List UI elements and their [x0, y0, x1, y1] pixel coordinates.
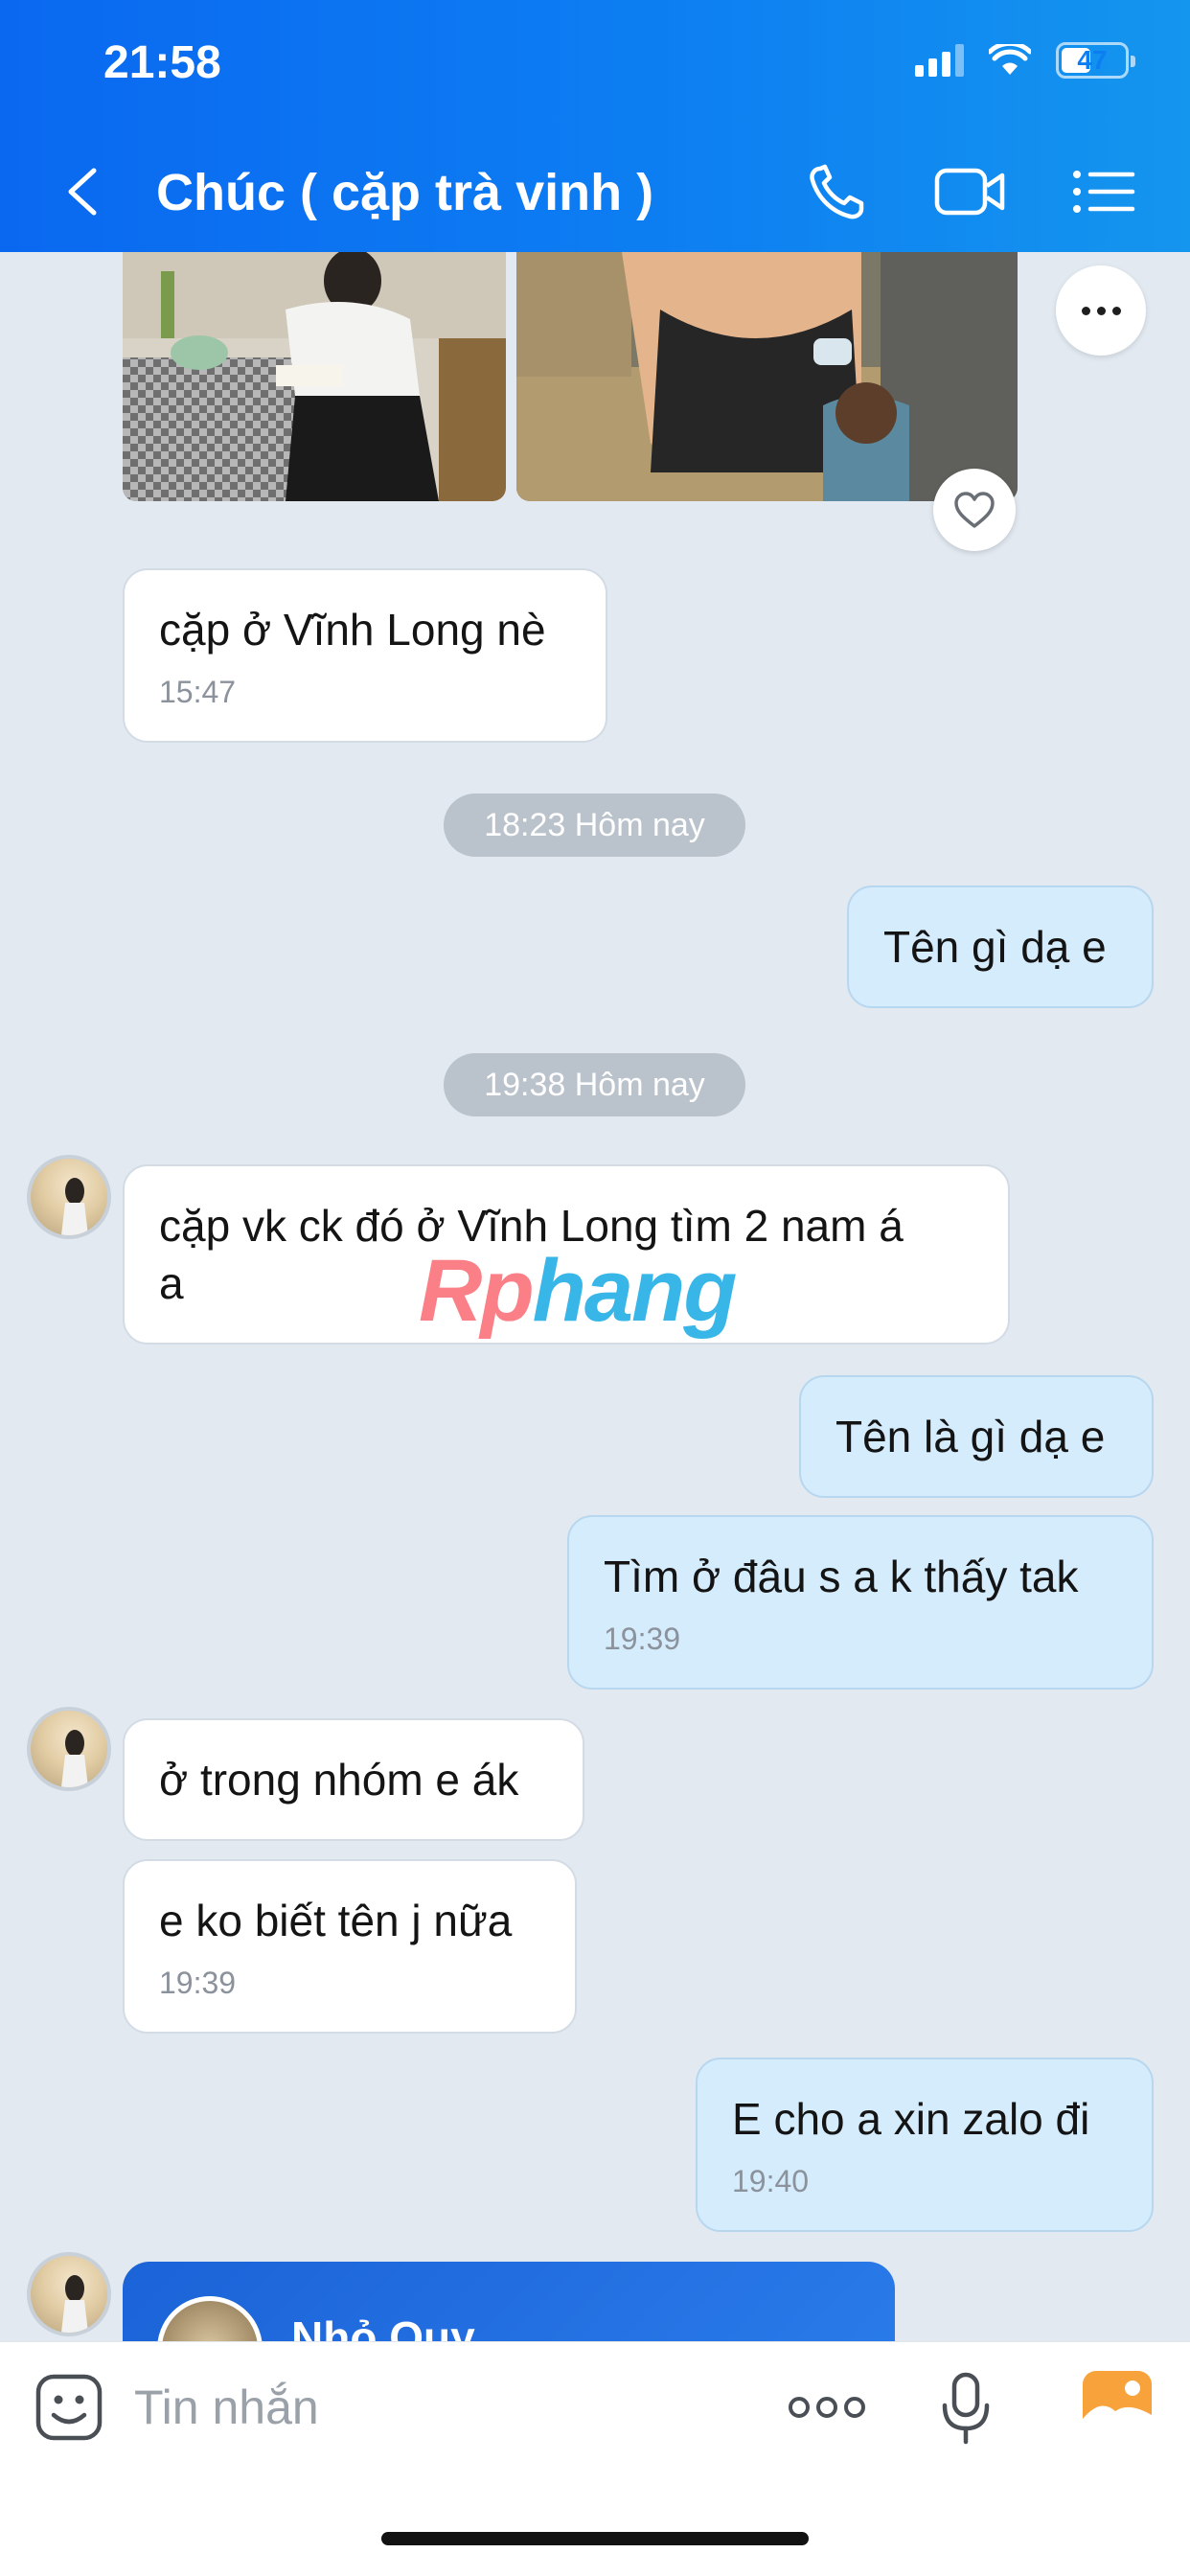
message-bubble-incoming[interactable]: e ko biết tên j nữa 19:39 [123, 1859, 577, 2034]
battery-icon: 47 [1056, 42, 1135, 79]
battery-percentage: 47 [1077, 45, 1108, 75]
message-bubble-outgoing[interactable]: Tìm ở đâu s a k thấy tak 19:39 [567, 1515, 1154, 1690]
date-separator: 18:23 Hôm nay [444, 794, 745, 857]
microphone-icon[interactable] [939, 2371, 993, 2446]
message-bubble-outgoing[interactable]: E cho a xin zalo đi 19:40 [696, 2058, 1154, 2232]
contact-avatar[interactable] [27, 1707, 111, 1791]
contact-avatar[interactable] [27, 1155, 111, 1239]
cellular-signal-icon [915, 44, 964, 77]
watermark-logo: Rphang [419, 1242, 737, 1340]
back-arrow-icon[interactable] [57, 163, 111, 220]
more-options-button[interactable] [1056, 265, 1146, 356]
chat-header: 21:58 47 Chúc ( cặp trà vinh ) [0, 0, 1190, 252]
card-contact-name: Nhỏ Quy [291, 2312, 475, 2341]
image-gallery-icon[interactable] [1081, 2369, 1154, 2438]
chat-area[interactable]: cặp ở Vĩnh Long nè 15:47 18:23 Hôm nay T… [0, 252, 1190, 2341]
nav-bar: Chúc ( cặp trà vinh ) [0, 144, 1190, 240]
message-time: 19:39 [159, 1966, 237, 2000]
message-bubble-incoming[interactable]: ở trong nhóm e ák [123, 1718, 584, 1841]
contact-card[interactable]: Nhỏ Quy [123, 2262, 895, 2341]
video-call-icon[interactable] [933, 161, 1006, 222]
menu-list-icon[interactable] [1067, 161, 1140, 222]
message-text: E cho a xin zalo đi [732, 2094, 1090, 2144]
message-bubble-outgoing[interactable]: Tên là gì dạ e [799, 1375, 1154, 1498]
contact-avatar[interactable] [27, 2252, 111, 2336]
sticker-emoji-icon[interactable] [34, 2373, 103, 2442]
message-time: 19:39 [604, 1622, 681, 1656]
message-bubble-outgoing[interactable]: Tên gì dạ e [847, 886, 1154, 1008]
more-actions-icon[interactable] [788, 2388, 866, 2426]
message-time: 15:47 [159, 675, 237, 709]
status-icons: 47 [915, 42, 1135, 79]
message-bubble-incoming[interactable]: cặp ở Vĩnh Long nè 15:47 [123, 568, 607, 743]
message-input[interactable] [134, 2369, 728, 2446]
heart-icon [954, 492, 995, 528]
message-text: Tìm ở đâu s a k thấy tak [604, 1552, 1079, 1601]
message-text: cặp ở Vĩnh Long nè [159, 605, 546, 655]
date-separator: 19:38 Hôm nay [444, 1053, 745, 1116]
card-avatar [157, 2296, 263, 2341]
message-text: Tên là gì dạ e [835, 1412, 1106, 1461]
like-heart-button[interactable] [933, 469, 1016, 551]
shared-photo-2[interactable] [516, 252, 1018, 501]
status-time: 21:58 [103, 37, 221, 88]
message-text: Tên gì dạ e [883, 922, 1107, 972]
phone-icon[interactable] [801, 161, 874, 222]
home-indicator [381, 2532, 809, 2545]
shared-photo-1[interactable] [123, 252, 506, 501]
chat-title[interactable]: Chúc ( cặp trà vinh ) [156, 163, 653, 222]
message-text: e ko biết tên j nữa [159, 1896, 513, 1945]
message-text: ở trong nhóm e ák [159, 1755, 519, 1805]
message-time: 19:40 [732, 2164, 810, 2198]
wifi-icon [989, 44, 1031, 75]
